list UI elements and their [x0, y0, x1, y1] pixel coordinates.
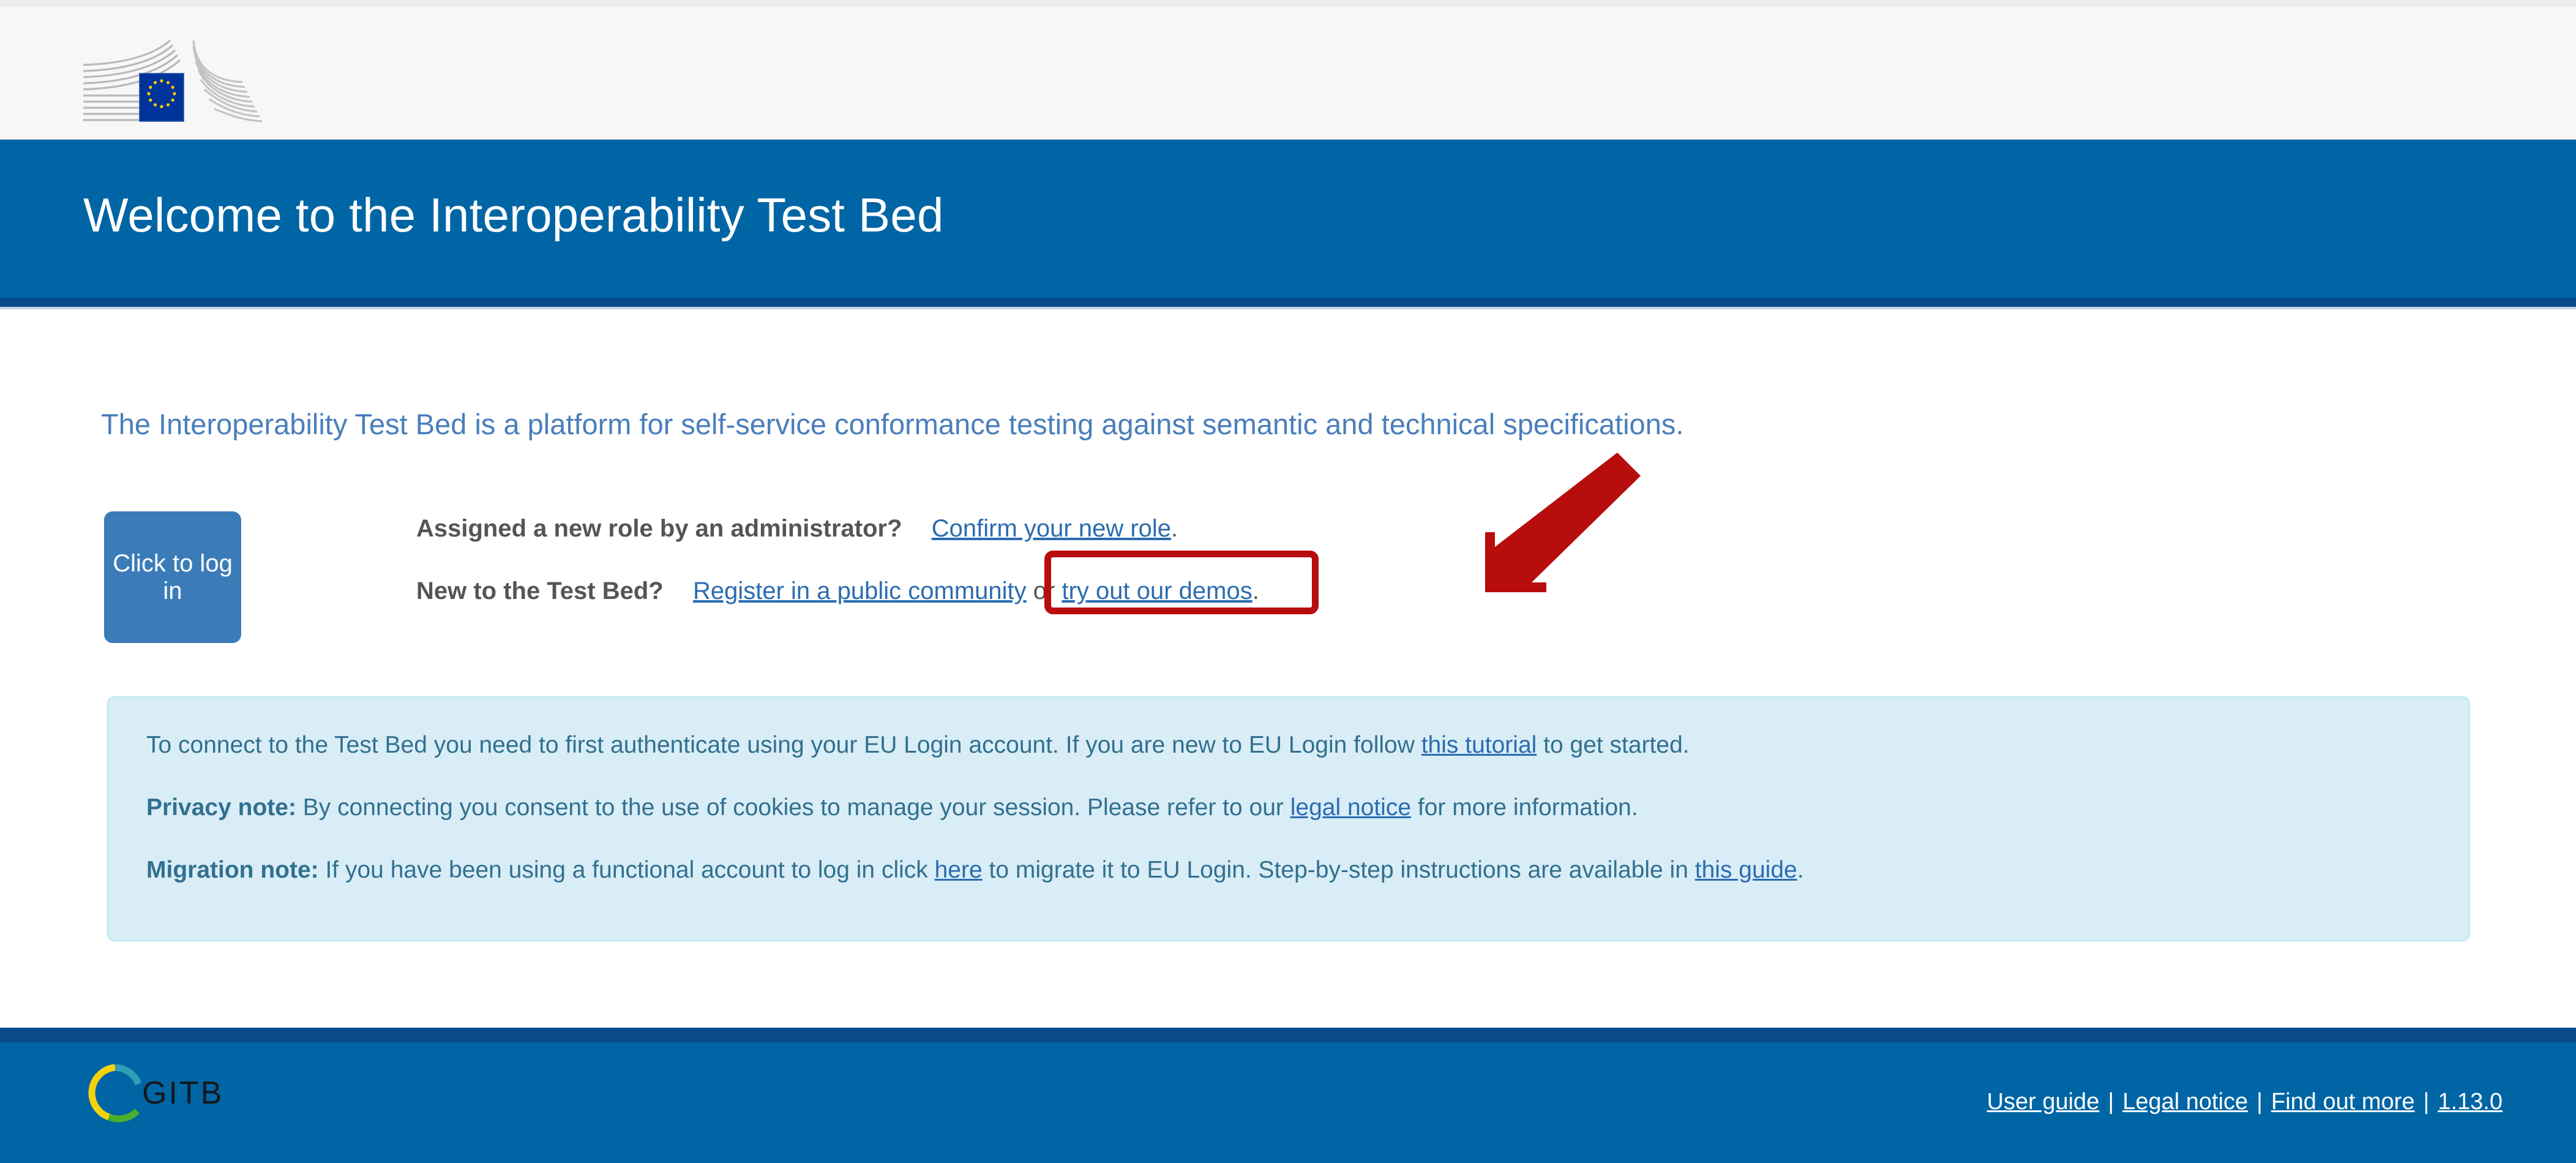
page-footer: GITB User guide | Legal notice | Find out mo…: [0, 1028, 2576, 1163]
info-line-migration: Migration note: If you have been using a…: [146, 858, 2431, 882]
footer-link-user-guide[interactable]: User guide: [1987, 1089, 2100, 1115]
footer-separator-1: |: [2108, 1089, 2114, 1115]
banner-underline: [0, 298, 2576, 307]
footer-top-line: [0, 1028, 2576, 1042]
this-guide-link[interactable]: this guide: [1695, 857, 1797, 883]
footer-separator-3: |: [2423, 1089, 2430, 1115]
demos-link-wrapper: try out our demos.: [1044, 551, 1319, 614]
footer-link-find-out-more[interactable]: Find out more: [2271, 1089, 2414, 1115]
register-public-community-link[interactable]: Register in a public community: [693, 578, 1027, 604]
footer-link-legal-notice[interactable]: Legal notice: [2122, 1089, 2248, 1115]
gitb-wordmark: GITB: [142, 1075, 223, 1111]
footer-separator-2: |: [2256, 1089, 2263, 1115]
role-prompt-suffix: .: [1171, 515, 1178, 542]
info-line3-before: If you have been using a functional acco…: [318, 857, 935, 883]
info-line2-before: By connecting you consent to the use of …: [296, 794, 1290, 821]
gitb-logo-svg: GITB: [88, 1064, 223, 1123]
login-button[interactable]: Click to log in: [104, 511, 241, 643]
privacy-note-label: Privacy note:: [146, 794, 296, 821]
info-line1-after: to get started.: [1537, 732, 1690, 758]
or-separator: or: [1026, 578, 1062, 604]
confirm-new-role-link[interactable]: Confirm your new role: [932, 515, 1171, 542]
role-prompt-label: Assigned a new role by an administrator?: [416, 515, 902, 542]
info-line3-mid: to migrate it to EU Login. Step-by-step …: [982, 857, 1695, 883]
page-title: Welcome to the Interoperability Test Bed: [83, 188, 944, 242]
info-line-authentication: To connect to the Test Bed you need to f…: [146, 733, 2431, 757]
gitb-logo[interactable]: GITB: [81, 1057, 252, 1129]
try-demos-link[interactable]: try out our demos: [1061, 578, 1252, 604]
ec-logo-svg: [83, 39, 263, 122]
new-user-prompt-label: New to the Test Bed?: [416, 578, 664, 604]
prompt-block: Assigned a new role by an administrator?…: [416, 516, 2069, 614]
page-banner: Welcome to the Interoperability Test Bed: [0, 140, 2576, 298]
migrate-here-link[interactable]: here: [935, 857, 983, 883]
info-line-privacy: Privacy note: By connecting you consent …: [146, 796, 2431, 819]
migration-note-label: Migration note:: [146, 857, 319, 883]
info-line3-after: .: [1797, 857, 1804, 883]
info-panel: To connect to the Test Bed you need to f…: [107, 696, 2470, 941]
this-tutorial-link[interactable]: this tutorial: [1421, 732, 1537, 758]
demos-suffix: .: [1252, 578, 1259, 604]
intro-paragraph: The Interoperability Test Bed is a platf…: [101, 408, 1684, 440]
main-content: The Interoperability Test Bed is a platf…: [0, 309, 2576, 1028]
role-prompt-row: Assigned a new role by an administrator?…: [416, 516, 2069, 541]
footer-link-version[interactable]: 1.13.0: [2438, 1089, 2503, 1115]
european-commission-logo[interactable]: [78, 36, 290, 127]
top-bar-edge: [0, 0, 2576, 6]
info-line1-before: To connect to the Test Bed you need to f…: [146, 732, 1421, 758]
info-line2-after: for more information.: [1411, 794, 1638, 821]
new-user-prompt-row: New to the Test Bed? Register in a publi…: [416, 551, 2069, 614]
footer-links: User guide | Legal notice | Find out more | 1.…: [1987, 1089, 2503, 1115]
top-bar: [0, 0, 2576, 140]
legal-notice-link[interactable]: legal notice: [1290, 794, 1411, 821]
